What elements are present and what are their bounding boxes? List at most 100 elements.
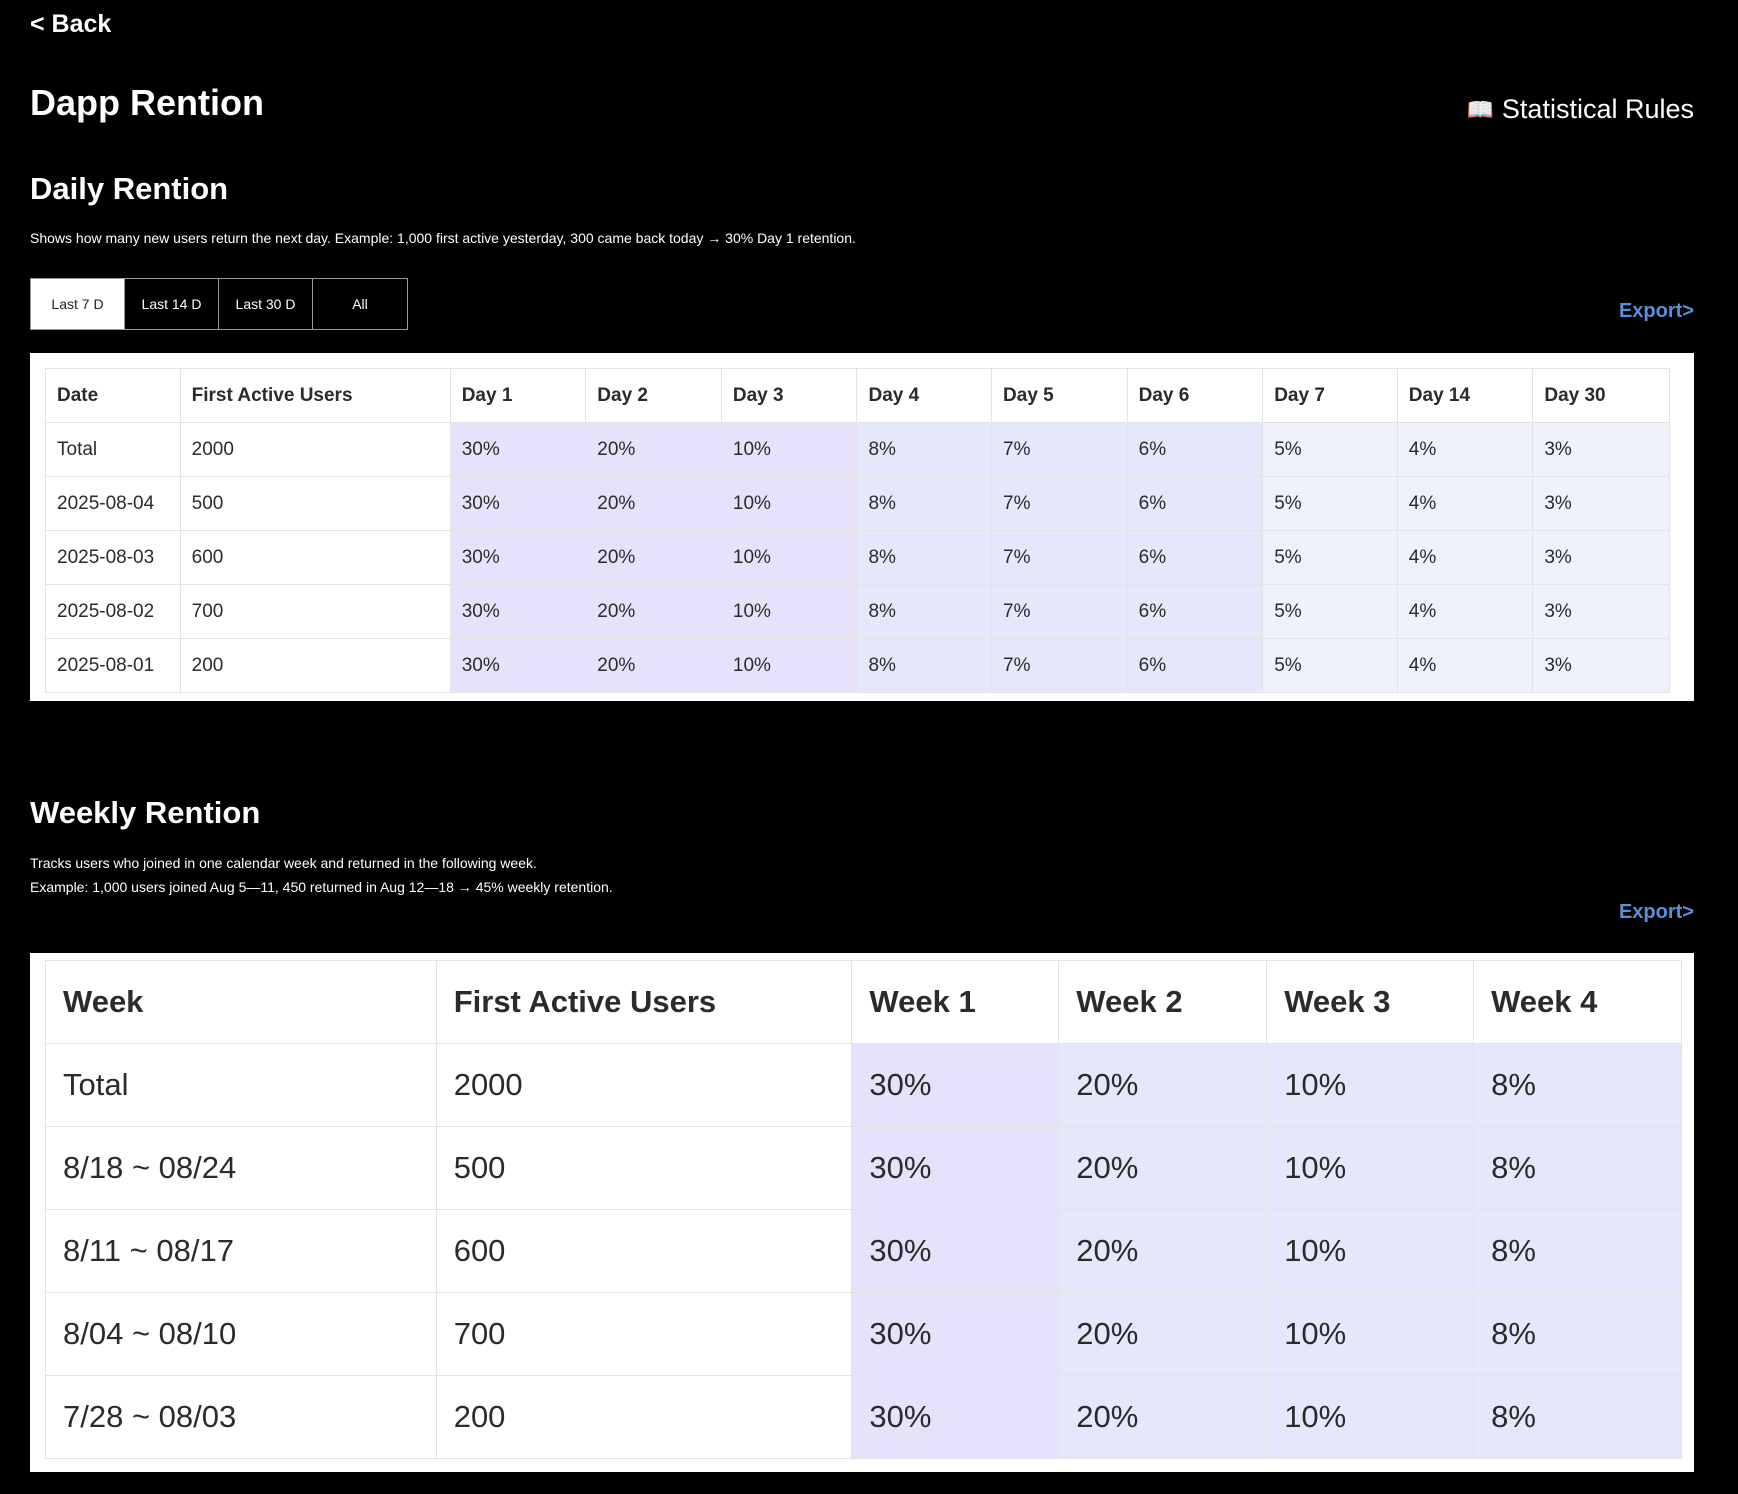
daily-header-cell: First Active Users bbox=[179, 368, 451, 423]
daily-table-cell: 10% bbox=[720, 422, 858, 477]
daily-table-cell: 3% bbox=[1532, 584, 1670, 639]
daily-table-cell: 6% bbox=[1126, 638, 1264, 693]
daily-table-cell: 2025-08-02 bbox=[45, 584, 181, 639]
weekly-table-row: 8/04 ~ 08/10 700 30% 20% 10% 8% bbox=[45, 1292, 1682, 1376]
daily-table-cell: 7% bbox=[991, 422, 1128, 477]
daily-table-cell: 8% bbox=[856, 476, 993, 531]
daily-header-cell: Day 14 bbox=[1396, 368, 1534, 423]
daily-table-cell: 7% bbox=[991, 638, 1128, 693]
daily-table-cell: 30% bbox=[449, 422, 587, 477]
daily-table-row: 2025-08-02 700 30% 20% 10% 8% 7% 6% 5% 4% 3% bbox=[45, 584, 1670, 639]
daily-table-cell: 3% bbox=[1532, 638, 1670, 693]
weekly-table-cell: 30% bbox=[851, 1292, 1060, 1376]
tab-last-30-d[interactable]: Last 30 D bbox=[219, 279, 313, 329]
weekly-table-cell: 8% bbox=[1473, 1375, 1682, 1459]
daily-table-cell: 20% bbox=[585, 422, 722, 477]
weekly-table-cell: 8% bbox=[1473, 1209, 1682, 1293]
daily-header-cell: Date bbox=[45, 368, 181, 423]
daily-table-cell: 20% bbox=[585, 638, 722, 693]
daily-table-cell: 500 bbox=[179, 476, 451, 531]
weekly-header-row: Week First Active Users Week 1 Week 2 Week 3… bbox=[45, 960, 1682, 1044]
weekly-table-cell: 8% bbox=[1473, 1292, 1682, 1376]
weekly-table-cell: 10% bbox=[1266, 1043, 1475, 1127]
daily-table-cell: 30% bbox=[449, 476, 587, 531]
daily-table-cell: 700 bbox=[179, 584, 451, 639]
daily-header-cell: Day 30 bbox=[1532, 368, 1670, 423]
weekly-table-cell: 200 bbox=[435, 1375, 853, 1459]
weekly-table-cell: 20% bbox=[1058, 1043, 1268, 1127]
page-title: Dapp Rention bbox=[30, 82, 264, 123]
weekly-export-link[interactable]: Export> bbox=[1619, 901, 1694, 924]
weekly-table-cell: 30% bbox=[851, 1209, 1060, 1293]
daily-table-cell: 10% bbox=[720, 476, 858, 531]
weekly-table-cell: 8/04 ~ 08/10 bbox=[45, 1292, 437, 1376]
daily-header-cell: Day 2 bbox=[585, 368, 722, 423]
tab-last-14-d[interactable]: Last 14 D bbox=[125, 279, 219, 329]
daily-table-cell: 20% bbox=[585, 584, 722, 639]
daily-table-cell: 20% bbox=[585, 530, 722, 585]
daily-table-cell: 30% bbox=[449, 584, 587, 639]
weekly-description-line1: Tracks users who joined in one calendar … bbox=[30, 855, 537, 871]
weekly-table-cell: 8% bbox=[1473, 1043, 1682, 1127]
weekly-table-cell: 700 bbox=[435, 1292, 853, 1376]
tab-last-7-d[interactable]: Last 7 D bbox=[31, 279, 125, 329]
daily-table-cell: 600 bbox=[179, 530, 451, 585]
statistical-rules-link[interactable]: 📖 Statistical Rules bbox=[1467, 94, 1694, 125]
daily-table-cell: 4% bbox=[1396, 530, 1534, 585]
daily-export-link[interactable]: Export> bbox=[1619, 300, 1694, 323]
weekly-table-cell: 500 bbox=[435, 1126, 853, 1210]
daily-table-cell: 4% bbox=[1396, 422, 1534, 477]
range-tabs: Last 7 D Last 14 D Last 30 D All bbox=[30, 278, 408, 330]
weekly-table-cell: 600 bbox=[435, 1209, 853, 1293]
weekly-table-cell: 7/28 ~ 08/03 bbox=[45, 1375, 437, 1459]
weekly-description-line2: Example: 1,000 users joined Aug 5—11, 45… bbox=[30, 879, 613, 895]
daily-table-cell: 8% bbox=[856, 584, 993, 639]
daily-table-cell: 3% bbox=[1532, 476, 1670, 531]
weekly-table-cell: 8/11 ~ 08/17 bbox=[45, 1209, 437, 1293]
daily-table-cell: 6% bbox=[1126, 422, 1264, 477]
daily-table-cell: 6% bbox=[1126, 584, 1264, 639]
weekly-table-cell: 10% bbox=[1266, 1375, 1475, 1459]
weekly-table-row: 8/11 ~ 08/17 600 30% 20% 10% 8% bbox=[45, 1209, 1682, 1293]
daily-table-cell: 20% bbox=[585, 476, 722, 531]
daily-table-cell: 5% bbox=[1262, 638, 1398, 693]
daily-table-cell: 6% bbox=[1126, 530, 1264, 585]
daily-description: Shows how many new users return the next… bbox=[30, 230, 856, 246]
daily-table-cell: 5% bbox=[1262, 530, 1398, 585]
daily-table-cell: 200 bbox=[179, 638, 451, 693]
daily-table-cell: 3% bbox=[1532, 422, 1670, 477]
weekly-table-cell: 20% bbox=[1058, 1209, 1268, 1293]
weekly-header-cell: Week 1 bbox=[851, 960, 1060, 1044]
daily-header-cell: Day 1 bbox=[449, 368, 587, 423]
daily-table-cell: 4% bbox=[1396, 584, 1534, 639]
daily-table-cell: 2025-08-04 bbox=[45, 476, 181, 531]
daily-table-row: 2025-08-04 500 30% 20% 10% 8% 7% 6% 5% 4% 3% bbox=[45, 476, 1670, 531]
daily-table-cell: 10% bbox=[720, 638, 858, 693]
daily-table-cell: 7% bbox=[991, 476, 1128, 531]
weekly-table-row: Total 2000 30% 20% 10% 8% bbox=[45, 1043, 1682, 1127]
daily-section-title: Daily Rention bbox=[30, 171, 229, 206]
weekly-table-cell: 20% bbox=[1058, 1126, 1268, 1210]
statistical-rules-label: Statistical Rules bbox=[1501, 94, 1694, 124]
weekly-header-cell: Week bbox=[45, 960, 437, 1044]
weekly-table-cell: Total bbox=[45, 1043, 437, 1127]
weekly-table-cell: 2000 bbox=[435, 1043, 853, 1127]
daily-table-row: 2025-08-03 600 30% 20% 10% 8% 7% 6% 5% 4% 3% bbox=[45, 530, 1670, 585]
daily-table-cell: 6% bbox=[1126, 476, 1264, 531]
book-icon: 📖 bbox=[1466, 96, 1494, 122]
weekly-retention-table: Week First Active Users Week 1 Week 2 Week 3… bbox=[45, 960, 1682, 1459]
daily-table-cell: 7% bbox=[991, 530, 1128, 585]
weekly-table-cell: 30% bbox=[851, 1043, 1060, 1127]
daily-table-cell: 30% bbox=[449, 638, 587, 693]
daily-header-cell: Day 3 bbox=[720, 368, 858, 423]
weekly-section-title: Weekly Rention bbox=[30, 795, 261, 830]
daily-header-cell: Day 5 bbox=[991, 368, 1128, 423]
daily-table-cell: 30% bbox=[449, 530, 587, 585]
tab-all[interactable]: All bbox=[313, 279, 407, 329]
weekly-table-cell: 20% bbox=[1058, 1375, 1268, 1459]
daily-header-cell: Day 6 bbox=[1126, 368, 1264, 423]
weekly-header-cell: Week 2 bbox=[1058, 960, 1268, 1044]
back-button[interactable]: < Back bbox=[30, 10, 111, 39]
daily-table-cell: 10% bbox=[720, 584, 858, 639]
daily-table-panel: Date First Active Users Day 1 Day 2 Day 3 Day… bbox=[30, 353, 1694, 701]
